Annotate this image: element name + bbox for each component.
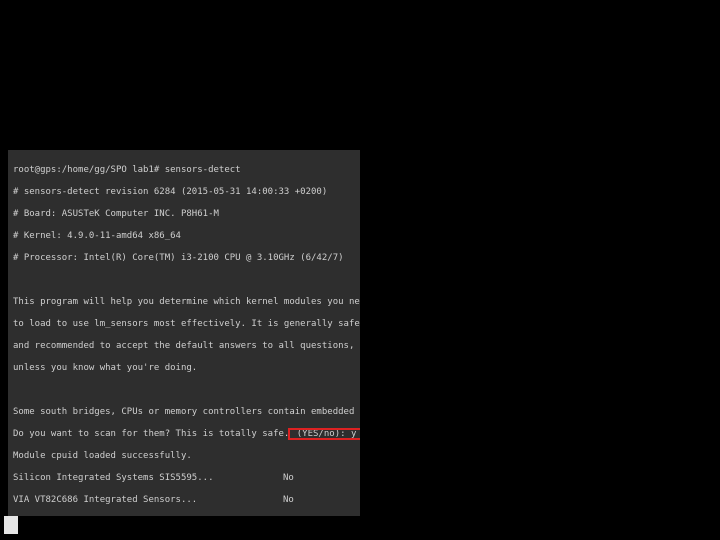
header-line: # Board: ASUSTeK Computer INC. P8H61-M bbox=[13, 209, 355, 220]
placeholder-box bbox=[4, 516, 18, 534]
header-line: # sensors-detect revision 6284 (2015-05-… bbox=[13, 187, 355, 198]
blank-line bbox=[13, 275, 355, 286]
prompt-scan-embedded: Do you want to scan for them? This is to… bbox=[13, 429, 355, 440]
scan-result-row: Silicon Integrated Systems SIS5595...No bbox=[13, 473, 355, 484]
intro-line: This program will help you determine whi… bbox=[13, 297, 355, 308]
scan-name: Silicon Integrated Systems SIS5595... bbox=[13, 473, 283, 484]
intro-line: and recommended to accept the default an… bbox=[13, 341, 355, 352]
terminal-window[interactable]: root@gps:/home/gg/SPO lab1# sensors-dete… bbox=[8, 150, 360, 516]
southbridge-msg: Some south bridges, CPUs or memory contr… bbox=[13, 407, 355, 418]
yesno-highlight: (YES/no): y bbox=[289, 429, 360, 439]
module-loaded: Module cpuid loaded successfully. bbox=[13, 451, 355, 462]
header-line: # Processor: Intel(R) Core(TM) i3-2100 C… bbox=[13, 253, 355, 264]
blank-line bbox=[13, 385, 355, 396]
intro-line: to load to use lm_sensors most effective… bbox=[13, 319, 355, 330]
intro-line: unless you know what you're doing. bbox=[13, 363, 355, 374]
slide-container: { "terminal": { "prompt_line": "root@gps… bbox=[0, 0, 720, 540]
scan-result: No bbox=[283, 473, 294, 484]
scan-result-row: VIA VT82C686 Integrated Sensors...No bbox=[13, 495, 355, 506]
prompt-text: Do you want to scan for them? This is to… bbox=[13, 429, 289, 439]
scan-result: No bbox=[283, 495, 294, 506]
prompt-line: root@gps:/home/gg/SPO lab1# sensors-dete… bbox=[13, 165, 355, 176]
header-line: # Kernel: 4.9.0-11-amd64 x86_64 bbox=[13, 231, 355, 242]
scan-name: VIA VT82C686 Integrated Sensors... bbox=[13, 495, 283, 506]
